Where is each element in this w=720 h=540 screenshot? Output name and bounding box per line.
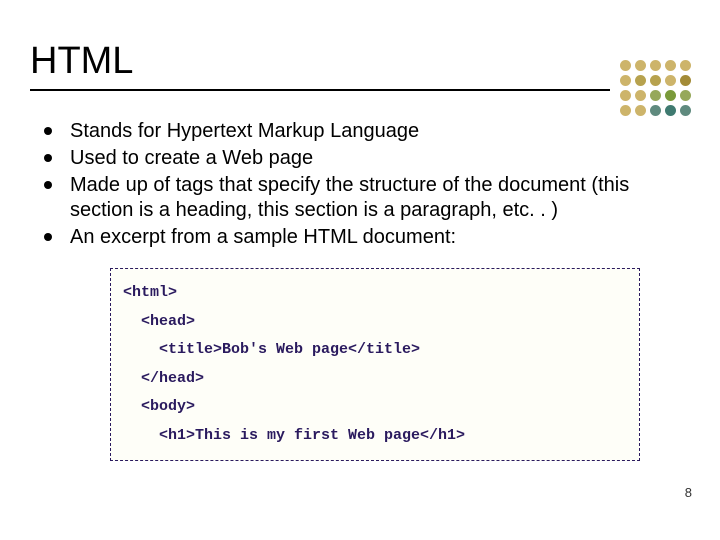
dot-icon [635, 90, 646, 101]
slide-title: HTML [30, 40, 610, 91]
dot-icon [665, 105, 676, 116]
code-line: <title>Bob's Web page</title> [123, 336, 627, 365]
code-line: <html> [123, 279, 627, 308]
dot-icon [620, 60, 631, 71]
dot-icon [635, 105, 646, 116]
dot-icon [680, 90, 691, 101]
bullet-list: Stands for Hypertext Markup Language Use… [30, 119, 690, 250]
dot-icon [650, 105, 661, 116]
dot-icon [650, 75, 661, 86]
code-excerpt-box: <html> <head> <title>Bob's Web page</tit… [110, 268, 640, 461]
bullet-item: An excerpt from a sample HTML document: [44, 225, 690, 250]
dot-icon [680, 105, 691, 116]
dot-icon [650, 60, 661, 71]
dot-icon [665, 90, 676, 101]
code-line: <body> [123, 393, 627, 422]
code-line: <head> [123, 308, 627, 337]
dot-icon [620, 75, 631, 86]
dot-icon [620, 90, 631, 101]
decorative-dot-pattern [620, 60, 692, 117]
code-line: <h1>This is my first Web page</h1> [123, 422, 627, 451]
bullet-item: Made up of tags that specify the structu… [44, 173, 690, 223]
dot-icon [635, 75, 646, 86]
dot-icon [650, 90, 661, 101]
page-number: 8 [685, 485, 692, 500]
dot-icon [620, 105, 631, 116]
dot-icon [665, 60, 676, 71]
bullet-item: Used to create a Web page [44, 146, 690, 171]
code-line: </head> [123, 365, 627, 394]
bullet-item: Stands for Hypertext Markup Language [44, 119, 690, 144]
dot-icon [680, 60, 691, 71]
dot-icon [635, 60, 646, 71]
dot-icon [665, 75, 676, 86]
dot-icon [680, 75, 691, 86]
